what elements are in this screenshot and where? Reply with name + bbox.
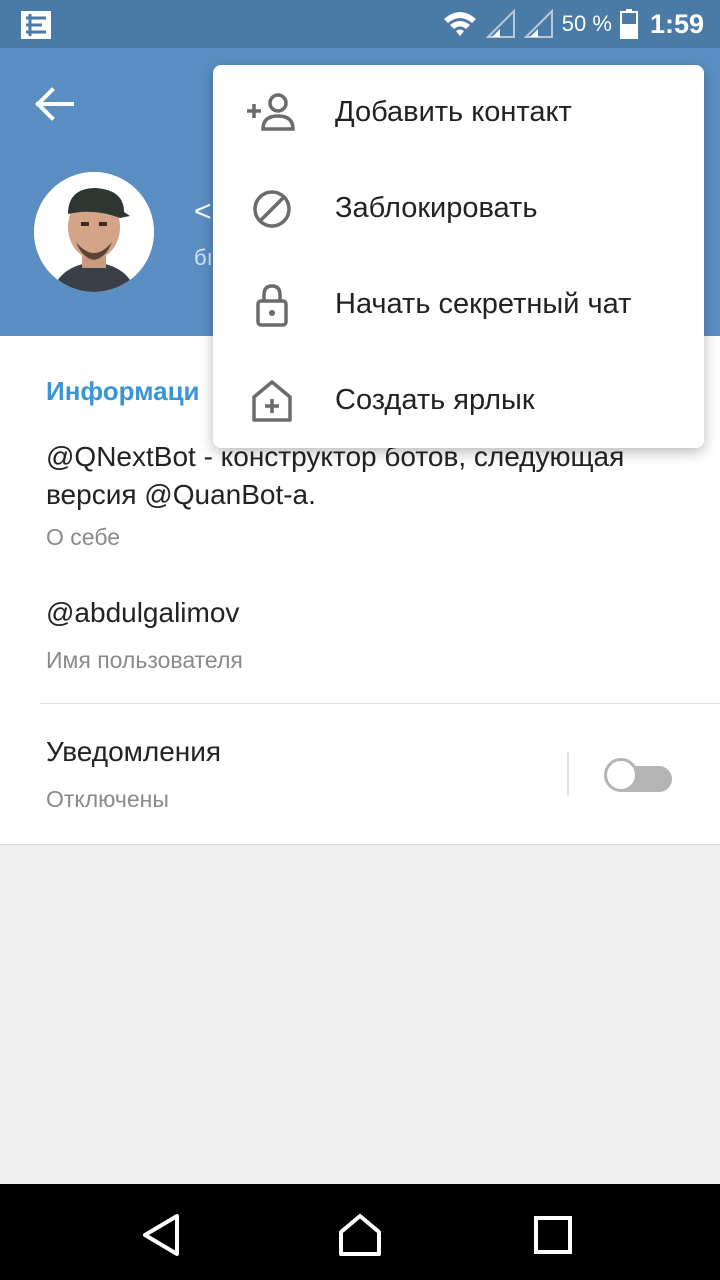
battery-icon: [619, 9, 638, 39]
profile-name: <: [194, 195, 212, 228]
menu-label-create-shortcut: Создать ярлык: [335, 384, 535, 416]
block-icon: [253, 190, 291, 228]
wifi-icon: [443, 12, 476, 36]
divider: [40, 703, 720, 704]
status-bar: 50 % 1:59: [0, 0, 720, 48]
menu-item-create-shortcut[interactable]: Создать ярлык: [213, 353, 704, 449]
status-icons: 50 % 1:59: [442, 0, 704, 48]
nav-back-icon[interactable]: [135, 1212, 185, 1258]
bio-label: О себе: [46, 524, 121, 550]
menu-item-secret-chat[interactable]: Начать секретный чат: [213, 257, 704, 353]
avatar-photo: [34, 172, 154, 292]
menu-label-block: Заблокировать: [335, 192, 538, 224]
lock-icon: [256, 284, 288, 327]
clock: 1:59: [649, 8, 704, 39]
system-nav-bar: [0, 1184, 720, 1280]
signal-icon: [485, 9, 515, 38]
signal-icon: [523, 9, 553, 38]
battery-percentage: 50 %: [561, 11, 612, 36]
notifications-toggle[interactable]: [604, 756, 672, 794]
username-label: Имя пользователя: [46, 647, 243, 673]
menu-item-block[interactable]: Заблокировать: [213, 161, 704, 257]
username-value[interactable]: @abdulgalimov: [46, 597, 239, 629]
profile-status: бı: [194, 245, 213, 270]
section-title-info: Информаци: [46, 376, 200, 406]
vertical-separator: [567, 752, 569, 796]
menu-item-add-contact[interactable]: Добавить контакт: [213, 65, 704, 161]
nav-recents-icon[interactable]: [528, 1212, 578, 1258]
nav-home-icon[interactable]: [335, 1212, 385, 1258]
bio-text[interactable]: @QNextBot - конструктор ботов, следующая…: [46, 438, 686, 514]
menu-label-add-contact: Добавить контакт: [335, 96, 572, 128]
avatar[interactable]: [34, 172, 154, 292]
notifications-title[interactable]: Уведомления: [46, 736, 221, 768]
overflow-menu: Добавить контакт Заблокировать Начать се…: [213, 65, 704, 448]
notifications-status: Отключены: [46, 786, 169, 812]
back-arrow-icon[interactable]: [32, 84, 78, 124]
app-notification-icon: [21, 11, 51, 39]
add-shortcut-icon: [252, 380, 292, 422]
menu-label-secret-chat: Начать секретный чат: [335, 288, 632, 320]
add-contact-icon: [247, 93, 295, 131]
toggle-thumb: [604, 758, 638, 792]
